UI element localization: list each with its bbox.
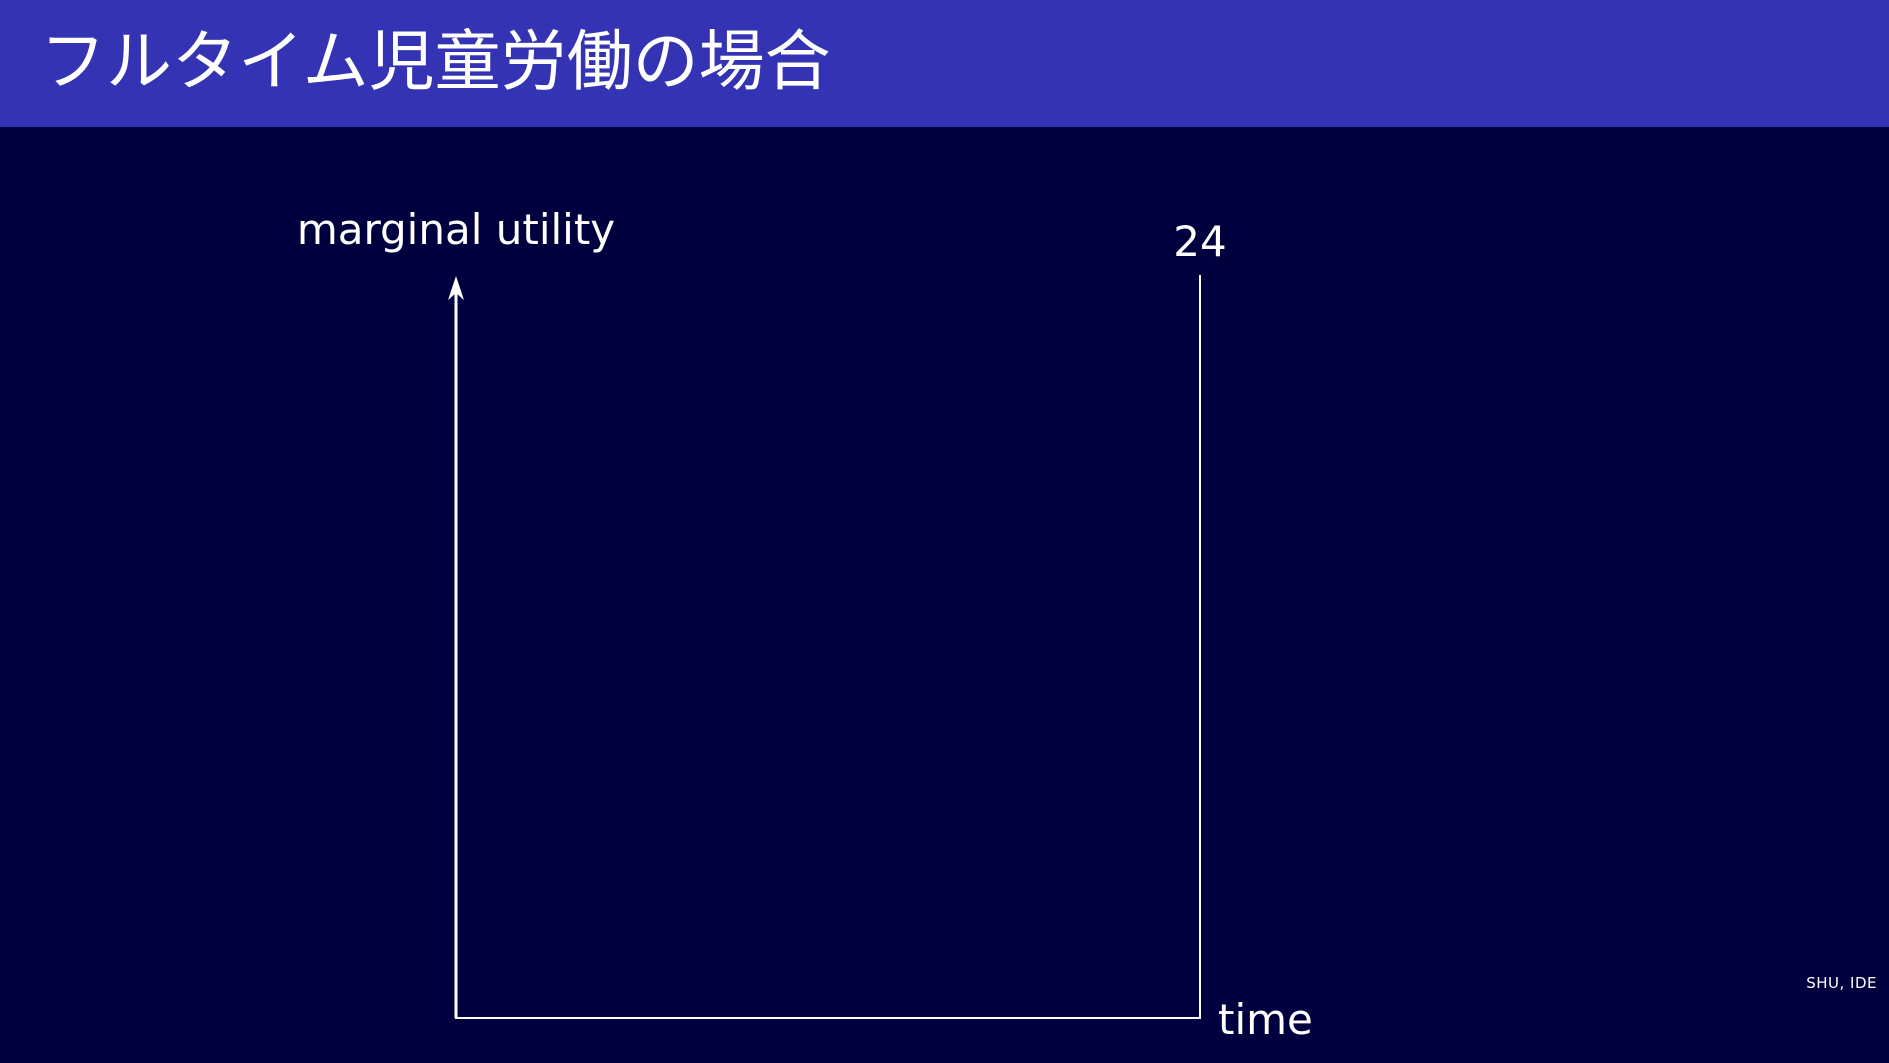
- right-boundary-label: 24: [1173, 217, 1226, 266]
- footer-author: SHU, IDE: [1806, 974, 1877, 992]
- marginal-utility-diagram: marginal utility 24 time: [297, 205, 1313, 1044]
- y-axis-label: marginal utility: [297, 205, 615, 254]
- x-axis-label: time: [1218, 995, 1313, 1044]
- slide: フルタイム児童労働の場合 marginal utility 24 time SH…: [0, 0, 1889, 1063]
